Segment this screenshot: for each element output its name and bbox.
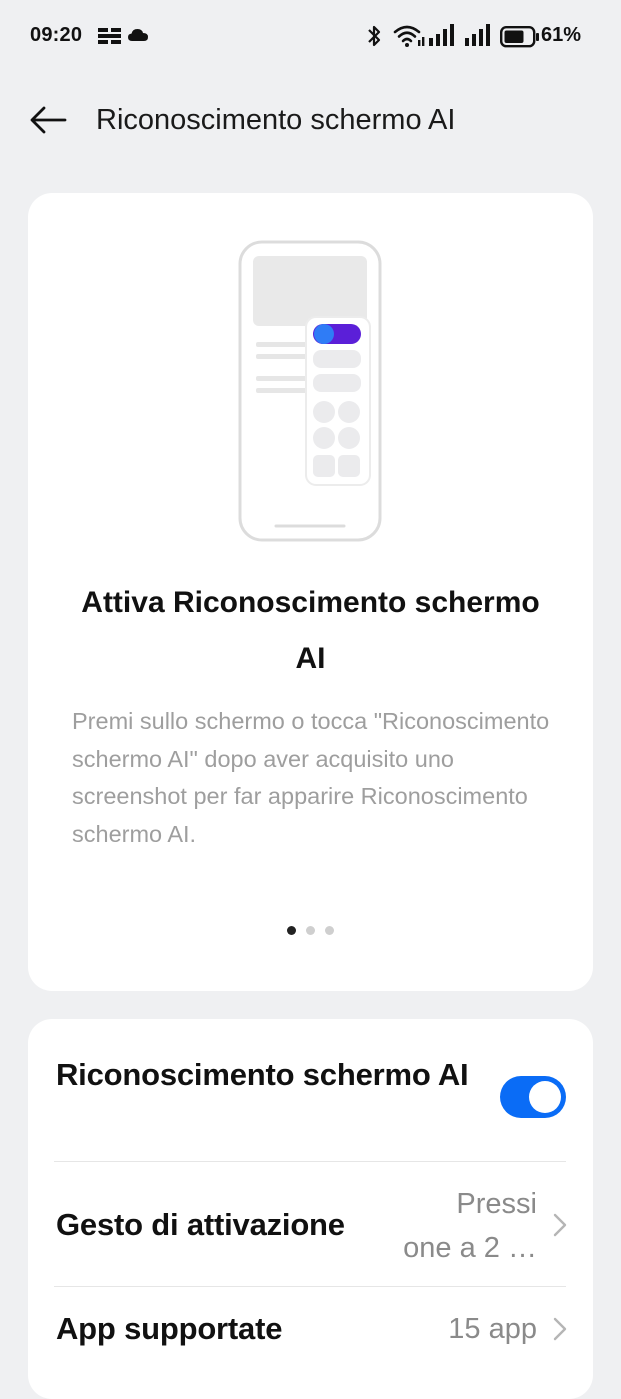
battery-percent: 61% — [540, 24, 581, 46]
intro-card: Attiva Riconoscimento schermo AI Premi s… — [28, 193, 593, 991]
chevron-right-icon — [553, 1317, 567, 1341]
intro-title: Attiva Riconoscimento schermo AI — [81, 586, 540, 675]
bluetooth-icon — [366, 24, 382, 53]
page-dot[interactable] — [306, 925, 315, 935]
signal-icon — [429, 24, 455, 51]
status-time: 09:20 — [30, 24, 83, 46]
battery-icon — [500, 26, 540, 53]
activation-gesture-value-line1: Pressi — [456, 1188, 537, 1220]
supported-apps-row[interactable]: App supportate 15 app — [28, 1287, 593, 1397]
toggle-knob — [529, 1081, 561, 1113]
ai-recognition-label: Riconoscimento schermo AI — [56, 1057, 469, 1092]
wifi-icon — [393, 24, 425, 53]
activation-gesture-label: Gesto di attivazione — [56, 1207, 345, 1242]
settings-card: Riconoscimento schermo AI Gesto di attiv… — [28, 1019, 593, 1399]
header: Riconoscimento schermo AI — [0, 90, 621, 154]
ai-recognition-toggle[interactable] — [500, 1076, 566, 1118]
activation-gesture-value-line2: one a 2 … — [403, 1232, 537, 1264]
chevron-right-icon — [553, 1213, 567, 1237]
back-arrow-icon — [29, 106, 67, 139]
back-button[interactable] — [26, 104, 70, 140]
page-title: Riconoscimento schermo AI — [96, 104, 456, 136]
activation-gesture-row[interactable]: Gesto di attivazione Pressi one a 2 … — [28, 1162, 593, 1286]
supported-apps-value: 15 app — [448, 1313, 537, 1345]
signal-icon — [465, 24, 491, 51]
activation-gesture-value: Pressi one a 2 … — [403, 1182, 537, 1270]
page-dot[interactable] — [325, 925, 334, 935]
intro-description: Premi sullo schermo o tocca "Riconoscime… — [72, 708, 550, 847]
page-dot-active[interactable] — [287, 925, 296, 935]
page-indicator — [28, 923, 593, 937]
status-bar: 09:20 61% — [0, 0, 621, 72]
cloud-icon — [128, 27, 148, 48]
phone-illustration — [238, 240, 382, 544]
supported-apps-label: App supportate — [56, 1311, 283, 1346]
notification-icon — [98, 27, 122, 50]
